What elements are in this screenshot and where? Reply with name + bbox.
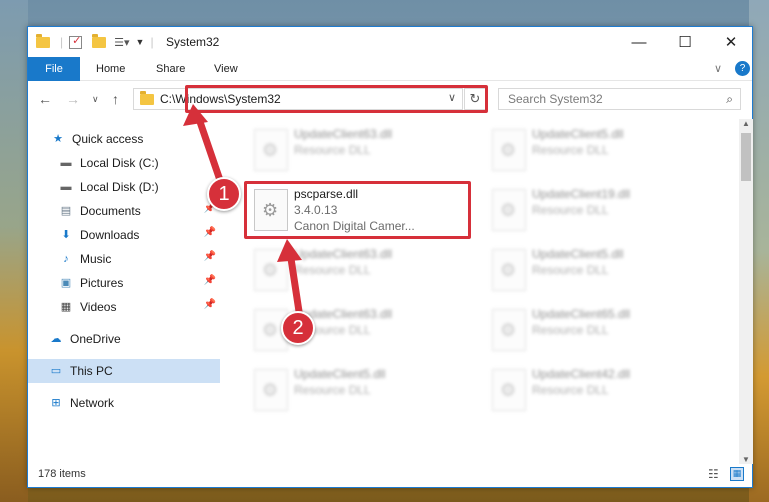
step-marker-1: 1: [207, 177, 241, 211]
step-marker-2: 2: [281, 311, 315, 345]
annotation-arrows: [183, 104, 304, 322]
